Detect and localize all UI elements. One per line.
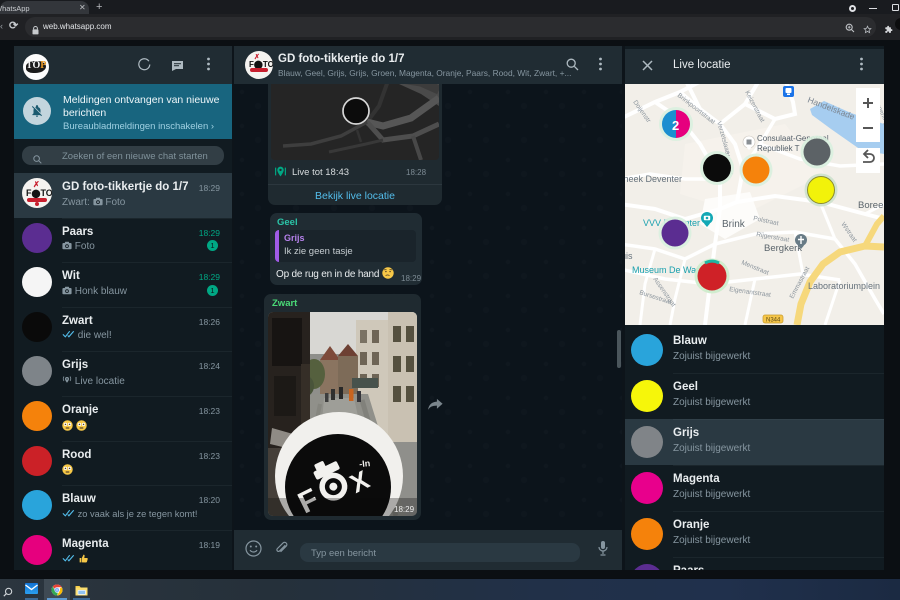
svg-text:Bergkerk: Bergkerk — [764, 243, 802, 254]
svg-text:Laboratoriumplein: Laboratoriumplein — [808, 281, 880, 291]
svg-text:uis: uis — [625, 251, 633, 261]
svg-text:Boreel: Boreel — [858, 200, 884, 211]
svg-text:2: 2 — [672, 118, 679, 133]
svg-text:-In: -In — [359, 458, 371, 469]
svg-text:18:29: 18:29 — [394, 505, 415, 514]
svg-text:N344: N344 — [766, 318, 781, 324]
svg-text:theek Deventer: theek Deventer — [625, 174, 682, 184]
svg-text:Republiek T: Republiek T — [757, 144, 800, 153]
svg-text:Brink: Brink — [722, 219, 746, 230]
